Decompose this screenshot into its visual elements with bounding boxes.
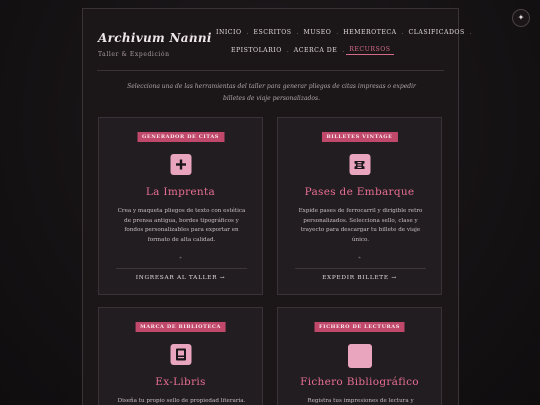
- site-subtitle: Taller & Expedición: [98, 51, 170, 58]
- tool-card-exlibris: MARCA DE BIBLIOTECA Ex-Libris Diseña tu …: [98, 307, 263, 405]
- nav-hemeroteca[interactable]: HEMEROTECA: [340, 29, 399, 36]
- tool-card-fichero: FICHERO DE LECTURAS Fichero Bibliográfic…: [277, 307, 442, 405]
- nav-epistolario[interactable]: EPISTOLARIO: [228, 47, 285, 54]
- tool-card-embarque: BILLETES VINTAGE Pases de Embarque Expid…: [277, 117, 442, 295]
- nav-separator: .: [469, 29, 472, 36]
- card-title: Ex-Libris: [155, 376, 206, 388]
- header-divider: [97, 70, 444, 71]
- ornament-star: *: [179, 256, 182, 262]
- card-divider: [116, 268, 247, 269]
- issue-ticket-link[interactable]: EXPEDIR BILLETE →: [278, 275, 441, 281]
- site-logo[interactable]: Archivum Nanni: [98, 31, 212, 45]
- card-badge: MARCA DE BIBLIOTECA: [135, 322, 226, 332]
- card-description: Diseña tu propio sello de propiedad lite…: [117, 398, 246, 404]
- card-title: Pases de Embarque: [304, 186, 415, 198]
- card-title: La Imprenta: [145, 186, 216, 198]
- card-file-icon: [347, 344, 372, 368]
- main-nav-row-1: INICIO . ESCRITOS . MUSEO . HEMEROTECA .…: [213, 29, 474, 36]
- book-icon: [170, 344, 191, 365]
- nav-acerca-de[interactable]: ACERCA DE: [291, 47, 341, 54]
- nav-escritos[interactable]: ESCRITOS: [250, 29, 294, 36]
- ornament-star: *: [358, 256, 361, 262]
- card-description: Registra tus impresiones de lectura y ca…: [307, 398, 414, 404]
- card-description: Crea y maqueta pliegos de texto con esté…: [117, 208, 246, 243]
- plus-icon: [170, 154, 191, 175]
- card-badge: FICHERO DE LECTURAS: [314, 322, 405, 332]
- logo-separator: /: [189, 33, 193, 43]
- tool-card-imprenta: GENERADOR DE CITAS La Imprenta Crea y ma…: [98, 117, 263, 295]
- card-title: Fichero Bibliográfico: [300, 376, 419, 388]
- nav-museo[interactable]: MUSEO: [300, 29, 334, 36]
- intro-text: Selecciona una de las herramientas del t…: [127, 83, 416, 102]
- card-divider: [295, 268, 426, 269]
- nav-recursos[interactable]: RECURSOS: [346, 46, 394, 55]
- ticket-icon: [349, 154, 370, 175]
- card-description: Expide pases de ferrocarril y dirigible …: [298, 208, 423, 243]
- card-badge: GENERADOR DE CITAS: [136, 132, 225, 142]
- main-container: Archivum Nanni / Taller & Expedición INI…: [82, 8, 472, 405]
- nav-inicio[interactable]: INICIO: [213, 29, 245, 36]
- enter-workshop-link[interactable]: INGRESAR AL TALLER →: [99, 275, 262, 281]
- nav-clasificados[interactable]: CLASIFICADOS: [406, 29, 468, 36]
- main-nav-row-2: EPISTOLARIO . ACERCA DE . RECURSOS: [228, 46, 394, 55]
- theme-toggle-button[interactable]: ✦: [512, 9, 530, 27]
- card-badge: BILLETES VINTAGE: [321, 132, 398, 142]
